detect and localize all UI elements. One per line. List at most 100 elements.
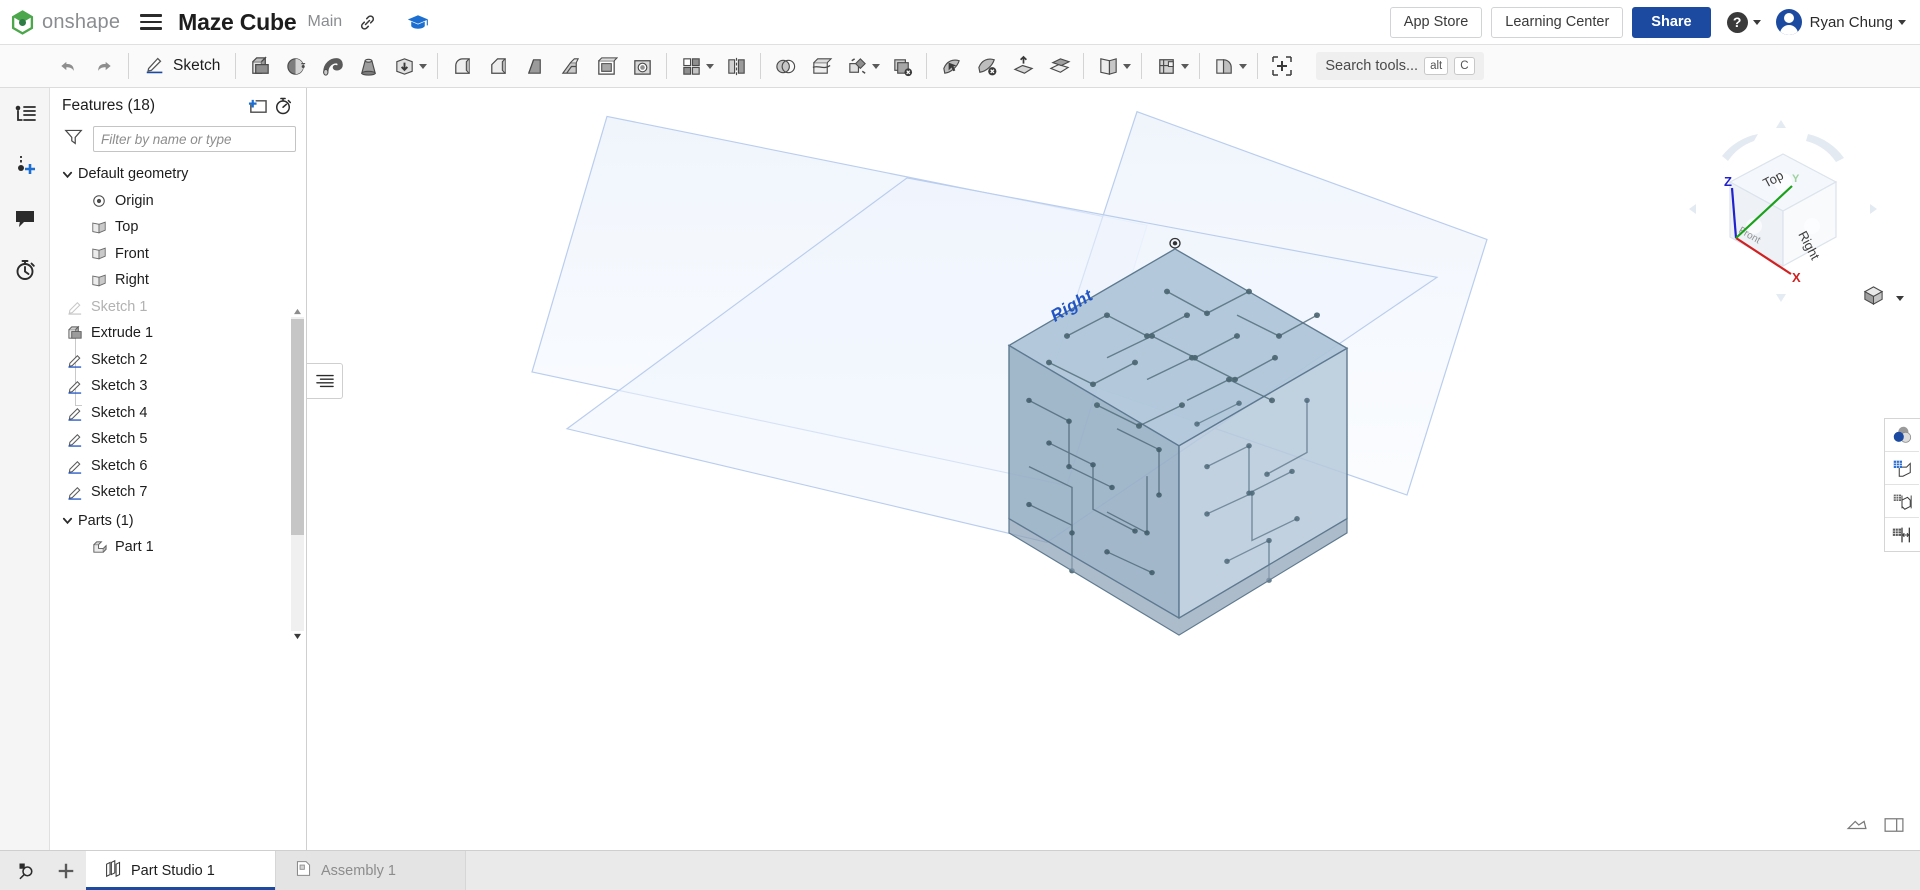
fillet-tool[interactable] [444, 48, 480, 84]
delete-face-tool[interactable] [969, 48, 1005, 84]
chevron-down-icon[interactable] [1123, 63, 1132, 69]
chevron-down-icon[interactable] [1181, 63, 1190, 69]
tree-item-sketch-2[interactable]: Sketch 2 [50, 347, 306, 374]
extrude-tool[interactable] [242, 48, 278, 84]
rollback-timer-icon[interactable] [270, 93, 296, 119]
plane-tool[interactable] [1090, 48, 1126, 84]
feature-list-icon[interactable] [9, 98, 41, 130]
shell-tool[interactable] [588, 48, 624, 84]
toolbar-separator [1141, 53, 1143, 79]
enclose-tool[interactable] [1041, 48, 1077, 84]
app-store-button[interactable]: App Store [1389, 6, 1483, 38]
display-style-cube-icon[interactable] [1862, 284, 1885, 312]
chevron-down-icon[interactable] [419, 63, 428, 69]
search-tools-button[interactable]: Search tools... alt C [1316, 52, 1484, 80]
workspace-label[interactable]: Main [307, 13, 342, 31]
chevron-down-icon[interactable] [706, 63, 715, 69]
tree-item-sketch-7[interactable]: Sketch 7 [50, 479, 306, 506]
sketch-pencil-icon [64, 429, 86, 449]
user-menu[interactable]: Ryan Chung [1775, 9, 1906, 35]
maze-cube-model[interactable] [307, 88, 1920, 850]
pattern-tool[interactable] [673, 48, 709, 84]
link-icon[interactable] [358, 13, 377, 32]
tree-item-front-plane[interactable]: Front [50, 241, 306, 268]
chevron-down-icon[interactable] [1898, 19, 1906, 25]
redo-icon[interactable] [86, 48, 122, 84]
history-icon[interactable] [9, 254, 41, 286]
tree-group-parts[interactable]: Parts (1) [50, 508, 306, 535]
chevron-down-icon[interactable] [60, 167, 74, 181]
viewport-tool-strip [1884, 418, 1920, 552]
add-tab-icon[interactable] [46, 851, 86, 890]
chevron-down-icon[interactable] [1896, 295, 1904, 301]
transform-tool[interactable] [839, 48, 875, 84]
revolve-tool[interactable] [278, 48, 314, 84]
scroll-up-arrow-icon[interactable] [291, 305, 304, 318]
comments-icon[interactable] [9, 202, 41, 234]
undo-icon[interactable] [50, 48, 86, 84]
search-tools-label: Search tools... [1325, 58, 1419, 74]
delete-part-tool[interactable] [884, 48, 920, 84]
boolean-tool[interactable] [767, 48, 803, 84]
sweep-tool[interactable] [314, 48, 350, 84]
chamfer-tool[interactable] [480, 48, 516, 84]
variable-tool[interactable] [1148, 48, 1184, 84]
scrollbar-thumb[interactable] [291, 319, 304, 535]
split-tool[interactable] [803, 48, 839, 84]
appearance-icon[interactable] [1885, 419, 1919, 452]
mirror-tool[interactable] [718, 48, 754, 84]
onshape-logo-icon[interactable] [10, 9, 35, 35]
measure-icon[interactable] [1885, 518, 1919, 551]
view-cube[interactable]: Top Right Front Z X Y [1688, 116, 1878, 306]
tree-item-sketch-5[interactable]: Sketch 5 [50, 426, 306, 453]
tree-item-sketch-3[interactable]: Sketch 3 [50, 373, 306, 400]
add-instance-icon[interactable] [9, 150, 41, 182]
tree-item-right-plane[interactable]: Right [50, 267, 306, 294]
tree-group-default-geometry[interactable]: Default geometry [50, 161, 306, 188]
help-menu[interactable]: ? [1726, 11, 1761, 33]
move-face-tool[interactable] [933, 48, 969, 84]
explode-view-icon[interactable] [1885, 485, 1919, 518]
scroll-down-arrow-icon[interactable] [291, 630, 304, 643]
help-question-icon[interactable]: ? [1726, 11, 1748, 33]
brand-name[interactable]: onshape [42, 11, 120, 34]
tab-search-icon[interactable] [6, 851, 46, 890]
insert-tool[interactable] [1264, 48, 1300, 84]
filter-input[interactable] [93, 126, 296, 152]
tree-item-extrude-1[interactable]: Extrude 1 [50, 320, 306, 347]
learning-center-button[interactable]: Learning Center [1491, 6, 1624, 38]
chevron-down-icon[interactable] [1239, 63, 1248, 69]
feature-list-flyout-icon[interactable] [307, 363, 343, 399]
loft-tool[interactable] [350, 48, 386, 84]
tree-item-origin[interactable]: Origin [50, 188, 306, 215]
new-folder-icon[interactable] [244, 93, 270, 119]
tree-item-sketch-4[interactable]: Sketch 4 [50, 400, 306, 427]
tab-assembly-1[interactable]: Assembly 1 [276, 851, 466, 890]
rib-tool[interactable] [552, 48, 588, 84]
graduation-cap-icon[interactable] [407, 13, 429, 31]
hole-tool[interactable] [624, 48, 660, 84]
user-avatar-icon[interactable] [1775, 9, 1802, 35]
tree-item-sketch-1[interactable]: Sketch 1 [50, 294, 306, 321]
hamburger-menu-icon[interactable] [140, 14, 163, 30]
display-style-menu[interactable] [1862, 284, 1904, 312]
chevron-down-icon[interactable] [872, 63, 881, 69]
share-button[interactable]: Share [1632, 6, 1711, 38]
display-toggle-icon[interactable] [1846, 817, 1868, 838]
tree-item-sketch-6[interactable]: Sketch 6 [50, 453, 306, 480]
sheet-metal-tool[interactable] [1206, 48, 1242, 84]
3d-viewport[interactable]: Right Top Right Front Z X Y [307, 88, 1920, 850]
thicken-tool[interactable] [386, 48, 422, 84]
sketch-button[interactable]: Sketch [135, 48, 229, 84]
section-view-icon[interactable] [1885, 452, 1919, 485]
tab-part-studio-1[interactable]: Part Studio 1 [86, 851, 276, 890]
panel-collapse-icon[interactable] [1884, 817, 1904, 838]
feature-tree-scrollbar[interactable] [291, 305, 304, 643]
offset-surface-tool[interactable] [1005, 48, 1041, 84]
draft-tool[interactable] [516, 48, 552, 84]
chevron-down-icon[interactable] [1752, 19, 1761, 25]
tree-item-part-1[interactable]: Part 1 [50, 534, 306, 561]
chevron-down-icon[interactable] [60, 514, 74, 528]
funnel-filter-icon[interactable] [64, 127, 83, 151]
tree-item-top-plane[interactable]: Top [50, 214, 306, 241]
